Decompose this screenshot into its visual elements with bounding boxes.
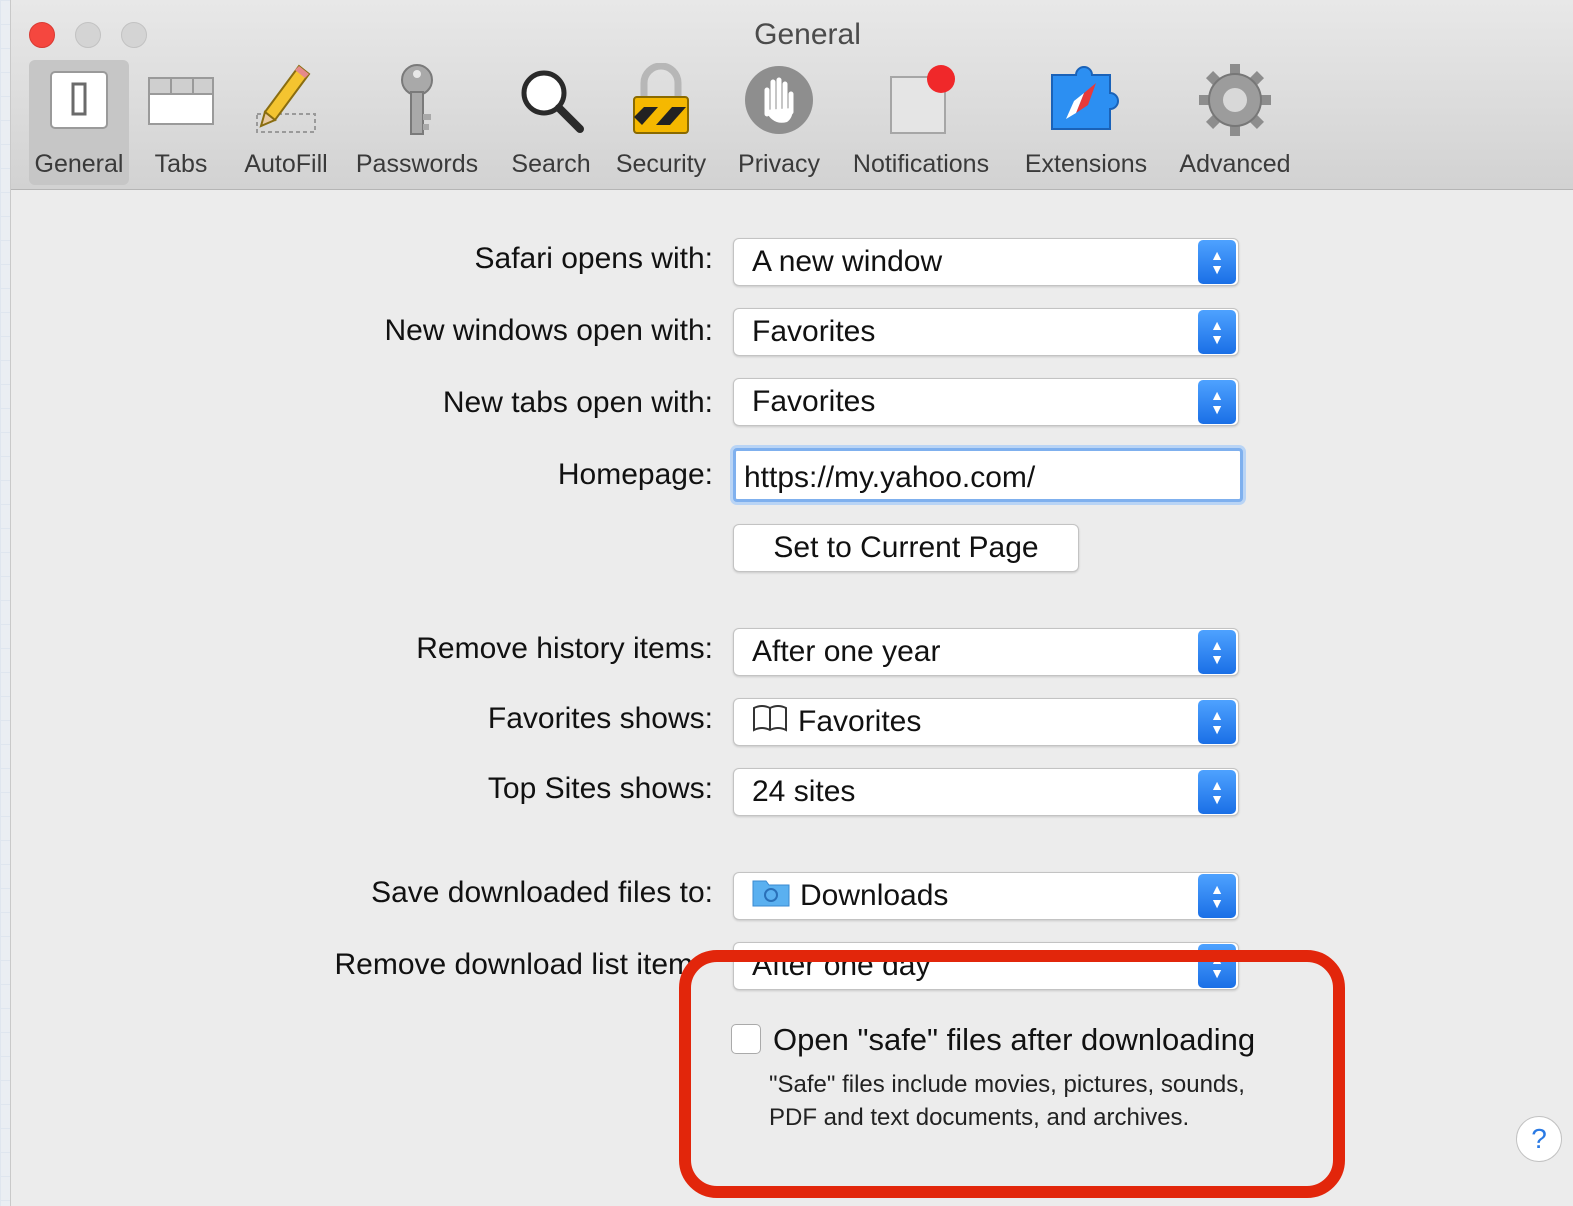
- toolbar-extensions[interactable]: Extensions: [1015, 60, 1157, 185]
- top-sites-popup[interactable]: 24 sites ▲ ▼: [733, 768, 1239, 816]
- updown-arrows-icon: ▲ ▼: [1198, 630, 1236, 674]
- favorites-shows-popup[interactable]: Favorites ▲ ▼: [733, 698, 1239, 746]
- toolbar-label: Security: [615, 150, 707, 178]
- toolbar-general[interactable]: General: [29, 60, 129, 185]
- gear-icon: [1195, 60, 1275, 140]
- updown-arrows-icon: ▲ ▼: [1198, 874, 1236, 918]
- open-safe-files-checkbox[interactable]: [731, 1024, 761, 1054]
- popup-value: Favorites: [734, 704, 1198, 740]
- safe-files-note: "Safe" files include movies, pictures, s…: [769, 1071, 1245, 1131]
- toolbar-label: AutoFill: [244, 150, 328, 178]
- popup-value: 24 sites: [752, 775, 856, 808]
- toolbar-notifications[interactable]: Notifications: [843, 60, 999, 185]
- popup-value-text: Downloads: [800, 879, 949, 912]
- popup-value: Downloads: [734, 877, 1198, 915]
- updown-arrows-icon: ▲ ▼: [1198, 310, 1236, 354]
- toolbar-label: Notifications: [852, 150, 990, 178]
- toolbar-label: General: [34, 150, 124, 178]
- toolbar-advanced[interactable]: Advanced: [1171, 60, 1299, 185]
- help-button[interactable]: ?: [1516, 1116, 1562, 1162]
- popup-value: A new window: [752, 245, 943, 278]
- downloads-folder-icon: [752, 877, 790, 915]
- toolbar-security[interactable]: Security: [609, 60, 713, 185]
- open-safe-files-label[interactable]: Open "safe" files after downloading: [773, 1022, 1255, 1058]
- titlebar: General General Tabs AutoFill Passwords …: [11, 0, 1573, 190]
- key-icon: [377, 60, 457, 140]
- popup-value: After one day: [752, 949, 931, 982]
- top-sites-label: Top Sites shows:: [487, 772, 713, 805]
- toolbar-label: Passwords: [355, 150, 479, 178]
- favorites-shows-label: Favorites shows:: [487, 702, 713, 735]
- updown-arrows-icon: ▲ ▼: [1198, 700, 1236, 744]
- general-icon: [39, 60, 119, 140]
- homepage-field[interactable]: https://my.yahoo.com/: [733, 448, 1243, 502]
- toolbar-label: Privacy: [738, 150, 820, 178]
- save-downloads-label: Save downloaded files to:: [371, 876, 713, 909]
- toolbar-privacy[interactable]: Privacy: [729, 60, 829, 185]
- puzzle-compass-icon: [1046, 60, 1126, 140]
- set-to-current-page-button[interactable]: Set to Current Page: [733, 524, 1079, 572]
- padlock-icon: [621, 60, 701, 140]
- safari-opens-popup[interactable]: A new window ▲ ▼: [733, 238, 1239, 286]
- updown-arrows-icon: ▲ ▼: [1198, 770, 1236, 814]
- toolbar-label: Advanced: [1179, 150, 1291, 178]
- popup-value: Favorites: [752, 385, 876, 418]
- new-windows-popup[interactable]: Favorites ▲ ▼: [733, 308, 1239, 356]
- toolbar-tabs[interactable]: Tabs: [141, 60, 221, 185]
- updown-arrows-icon: ▲ ▼: [1198, 944, 1236, 988]
- popup-value: After one year: [752, 635, 941, 668]
- homepage-label: Homepage:: [557, 458, 713, 491]
- remove-history-popup[interactable]: After one year ▲ ▼: [733, 628, 1239, 676]
- updown-arrows-icon: ▲ ▼: [1198, 240, 1236, 284]
- remove-history-label: Remove history items:: [416, 632, 713, 665]
- new-tabs-label: New tabs open with:: [442, 386, 713, 419]
- new-tabs-popup[interactable]: Favorites ▲ ▼: [733, 378, 1239, 426]
- remove-download-label: Remove download list item: [334, 948, 694, 981]
- toolbar-label: Extensions: [1024, 150, 1148, 178]
- tabs-icon: [141, 60, 221, 140]
- popup-value: Favorites: [752, 315, 876, 348]
- save-downloads-popup[interactable]: Downloads ▲ ▼: [733, 872, 1239, 920]
- new-windows-label: New windows open with:: [384, 314, 714, 347]
- safari-opens-label: Safari opens with:: [474, 242, 713, 275]
- popup-value-text: Favorites: [798, 705, 922, 738]
- remove-download-popup[interactable]: After one day ▲ ▼: [733, 942, 1239, 990]
- updown-arrows-icon: ▲ ▼: [1198, 380, 1236, 424]
- toolbar-search[interactable]: Search: [501, 60, 601, 185]
- magnifier-icon: [511, 60, 591, 140]
- pencil-icon: [246, 60, 326, 140]
- notification-icon: [881, 60, 961, 140]
- toolbar-label: Search: [511, 150, 591, 178]
- window-title: General: [754, 18, 861, 51]
- hand-icon: [739, 60, 819, 140]
- preferences-window: General General Tabs AutoFill Passwords …: [10, 0, 1573, 1206]
- toolbar-autofill[interactable]: AutoFill: [231, 60, 341, 185]
- toolbar-label: Tabs: [154, 150, 208, 178]
- toolbar-passwords[interactable]: Passwords: [347, 60, 487, 185]
- bookmarks-book-icon: [752, 704, 788, 740]
